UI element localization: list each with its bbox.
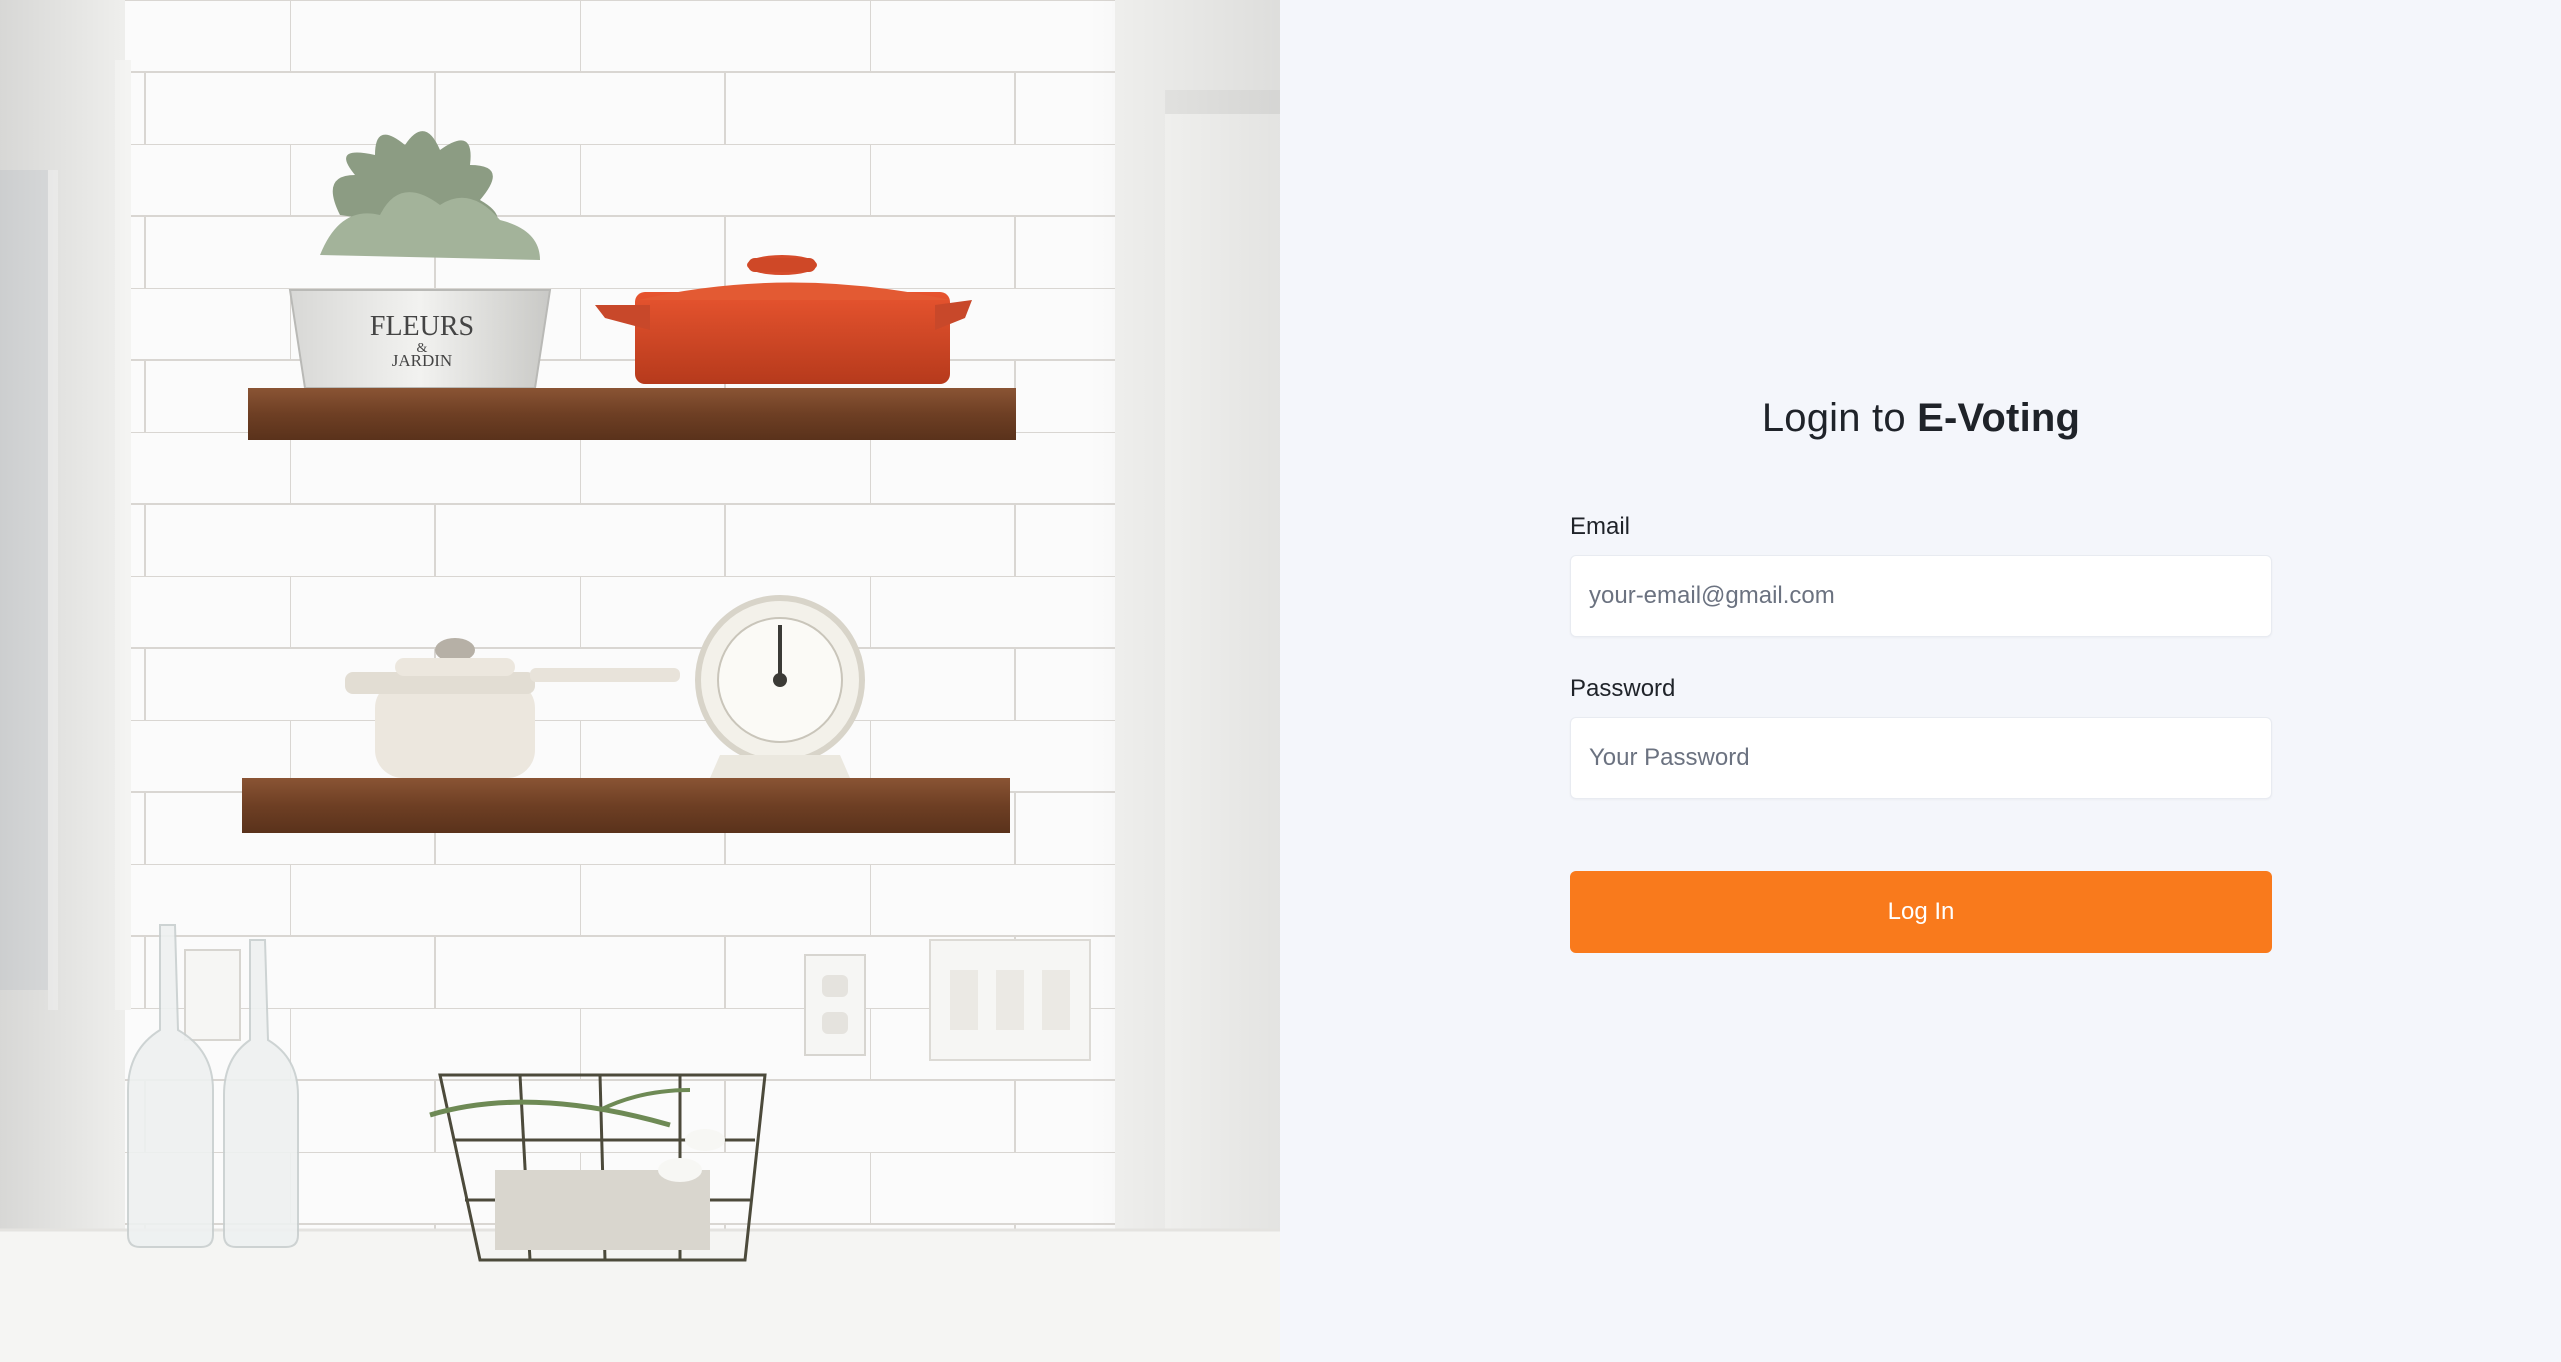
email-field-group: Email <box>1570 513 2272 637</box>
email-label: Email <box>1570 513 1631 540</box>
svg-text:FLEURS: FLEURS <box>370 311 474 342</box>
login-panel: Login to E-Voting Email Password Log In <box>1280 0 2561 1362</box>
shelf-middle <box>242 778 1010 833</box>
password-field-group: Password <box>1570 675 2272 799</box>
login-form: Login to E-Voting Email Password Log In <box>1570 396 2272 953</box>
password-label: Password <box>1570 675 1676 702</box>
login-button[interactable]: Log In <box>1570 871 2272 953</box>
svg-text:JARDIN: JARDIN <box>392 351 452 370</box>
shelf-top <box>248 388 1016 440</box>
page-title: Login to E-Voting <box>1570 396 2272 441</box>
title-prefix: Login to <box>1761 396 1918 440</box>
email-field[interactable] <box>1570 555 2272 637</box>
hero-photo: FLEURS & JARDIN <box>0 0 1280 1362</box>
brand-name: E-Voting <box>1917 396 2081 440</box>
kitchen-shelf-illustration: FLEURS & JARDIN <box>0 0 1280 1362</box>
password-field[interactable] <box>1570 717 2272 799</box>
